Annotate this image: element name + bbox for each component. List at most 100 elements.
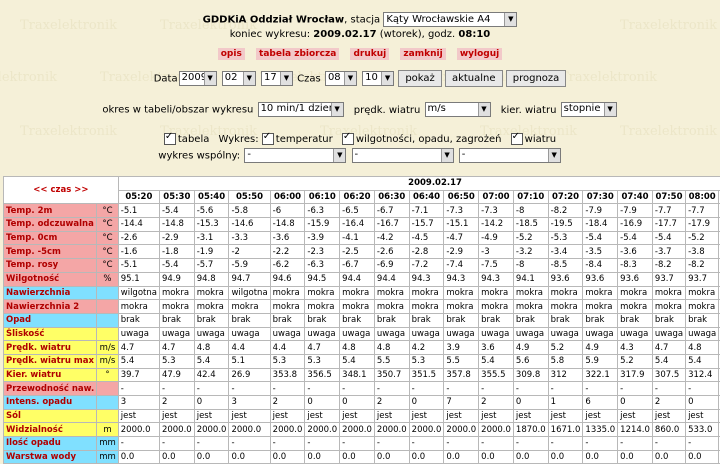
dir-unit-select[interactable]: stopnie ▼ <box>560 102 617 117</box>
year-select[interactable]: 2009 ▼ <box>178 71 217 86</box>
table-cell: 94.8 <box>193 271 230 287</box>
month-select[interactable]: 02 ▼ <box>221 71 256 86</box>
table-cell: -5.7 <box>193 258 230 273</box>
table-cell: 5.5 <box>443 353 480 369</box>
czas-nav-label[interactable]: << czas >> <box>33 185 88 195</box>
row-unit <box>96 299 119 314</box>
table-cell: 317.9 <box>617 367 653 383</box>
row-label: Temp. 2m <box>2 203 98 219</box>
wilgotnosci-checkbox[interactable] <box>341 131 354 145</box>
table-cell: uwaga <box>193 326 230 342</box>
hour-select[interactable]: 08 ▼ <box>324 71 357 86</box>
table-cell: 2 <box>269 395 306 410</box>
table-cell: 2 <box>373 395 410 410</box>
table-cell: 93.7 <box>651 271 687 287</box>
hour-select-value: 08 <box>327 72 341 83</box>
minute-select[interactable]: 10 ▼ <box>362 71 395 86</box>
table-cell: 3.9 <box>443 340 480 355</box>
table-cell: 0.0 <box>373 449 410 464</box>
wspolny-select-3[interactable]: - ▼ <box>458 148 561 163</box>
table-cell: - <box>228 436 271 451</box>
table-cell: 350.7 <box>373 367 410 383</box>
czas-nav[interactable]: << czas >> <box>3 175 119 205</box>
table-cell: - <box>617 381 653 396</box>
table-cell: - <box>478 436 514 451</box>
row-unit <box>96 381 119 396</box>
table-cell: 312.4 <box>685 367 720 383</box>
table-cell: brak <box>158 312 195 328</box>
link-tabela-zbiorcza[interactable]: tabela zbiorcza <box>256 48 340 60</box>
day-select[interactable]: 17 ▼ <box>260 71 293 86</box>
table-cell: uwaga <box>651 326 687 342</box>
range-select[interactable]: 10 min/1 dzień ▼ <box>257 102 344 117</box>
wiatru-checkbox[interactable] <box>510 131 523 145</box>
chevron-down-icon: ▼ <box>547 149 560 162</box>
table-cell: -1.8 <box>158 244 195 260</box>
date-header-row: << czas >> 2009.02.17 <box>3 175 720 205</box>
table-cell: 47.9 <box>158 367 195 383</box>
table-cell: - <box>582 381 619 396</box>
table-cell: 1335.0 <box>582 422 619 438</box>
link-wyloguj[interactable]: wyloguj <box>456 48 503 60</box>
show-button[interactable]: pokaż <box>398 70 442 87</box>
table-cell: -2.6 <box>373 244 410 260</box>
table-cell: -6.7 <box>339 258 375 273</box>
tabela-checkbox[interactable] <box>163 131 176 145</box>
table-cell: - <box>117 381 160 396</box>
table-cell: - <box>304 436 341 451</box>
table-cell: 0 <box>617 395 653 410</box>
table-row: Ilość opadumm------------------ <box>2 436 720 451</box>
table-cell: 355.5 <box>478 367 514 383</box>
table-cell: jest <box>304 408 341 424</box>
table-cell: 94.3 <box>443 271 480 287</box>
table-cell: mokra <box>547 299 584 314</box>
row-label: Nawierzchnia <box>2 285 98 301</box>
table-cell: 2000.0 <box>117 422 160 438</box>
table-cell: 2 <box>158 395 195 410</box>
date-bar: Data 2009 ▼ 02 ▼ 17 ▼ Czas 08 ▼ 10 ▼ pokaż akt… <box>0 70 720 87</box>
wspolny-select-2[interactable]: - ▼ <box>351 148 454 163</box>
row-label: Widzialność <box>2 422 98 438</box>
table-cell: -2.9 <box>443 244 480 260</box>
table-cell: - <box>651 381 687 396</box>
station-select[interactable]: Kąty Wrocławskie A4 ▼ <box>383 12 518 27</box>
table-cell: 2000.0 <box>158 422 195 438</box>
table-cell: - <box>339 381 375 396</box>
forecast-button[interactable]: prognoza <box>505 70 567 87</box>
time-header: 07:00 <box>478 189 514 205</box>
table-cell: 2000.0 <box>478 422 514 438</box>
wspolny-label: wykres wspólny: <box>158 150 241 162</box>
current-button[interactable]: aktualne <box>444 70 503 87</box>
table-cell: - <box>158 381 195 396</box>
chevron-down-icon: ▼ <box>477 103 490 116</box>
time-header: 06:10 <box>304 189 341 205</box>
wind-unit-select[interactable]: m/s ▼ <box>424 102 491 117</box>
link-drukuj[interactable]: drukuj <box>350 48 390 60</box>
table-cell: -3.8 <box>685 244 720 260</box>
table-cell: 4.4 <box>228 340 271 355</box>
table-cell: uwaga <box>685 326 720 342</box>
chevron-down-icon: ▼ <box>330 103 343 116</box>
table-cell: -2.8 <box>408 244 445 260</box>
table-cell: 2000.0 <box>339 422 375 438</box>
link-opis[interactable]: opis <box>217 48 245 60</box>
wind-unit-select-value: m/s <box>427 103 446 114</box>
temperatur-checkbox[interactable] <box>261 131 274 145</box>
row-label: Kier. wiatru <box>2 367 98 383</box>
table-cell: -6.7 <box>373 203 410 219</box>
wspolny-select-1[interactable]: - ▼ <box>244 148 347 163</box>
table-cell: - <box>373 381 410 396</box>
table-cell: mokra <box>269 285 306 301</box>
chart-options: tabela Wykres: temperatur wilgotności, o… <box>0 131 720 145</box>
table-cell: -15.7 <box>408 217 445 232</box>
table-cell: 94.6 <box>269 271 306 287</box>
table-cell: - <box>685 436 720 451</box>
link-zamknij[interactable]: zamknij <box>400 48 446 60</box>
table-cell: -7.4 <box>443 258 480 273</box>
table-cell: - <box>228 381 271 396</box>
table-cell: brak <box>408 312 445 328</box>
table-cell: 94.3 <box>478 271 514 287</box>
table-cell: brak <box>269 312 306 328</box>
table-cell: - <box>547 436 584 451</box>
table-cell: mokra <box>617 299 653 314</box>
